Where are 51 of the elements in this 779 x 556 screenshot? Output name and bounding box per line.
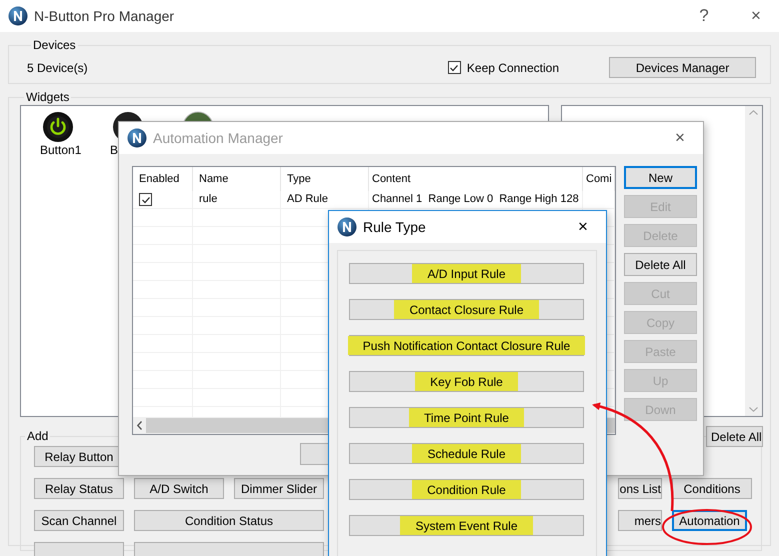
add-widget-button[interactable]: A/D Switch bbox=[134, 478, 224, 499]
app-logo-icon bbox=[127, 128, 147, 148]
table-cell: rule bbox=[193, 191, 281, 210]
close-button[interactable]: × bbox=[560, 211, 606, 243]
group-label: Widgets bbox=[25, 90, 70, 104]
scroll-down-icon[interactable] bbox=[749, 407, 758, 412]
rule-type-button[interactable]: System Event Rule bbox=[349, 515, 584, 536]
add-widget-button[interactable]: ons List bbox=[618, 478, 662, 499]
group-label: Add bbox=[26, 429, 50, 443]
rule-type-button[interactable]: Condition Rule bbox=[349, 479, 584, 500]
rule-type-button[interactable]: Time Point Rule bbox=[349, 407, 584, 428]
column-header[interactable]: Enabled bbox=[133, 167, 193, 191]
action-button[interactable]: New bbox=[624, 166, 697, 189]
column-header[interactable]: Name bbox=[193, 167, 281, 191]
add-widget-button[interactable]: Condition Status bbox=[134, 510, 324, 531]
column-header[interactable]: Comi bbox=[583, 167, 615, 191]
column-header[interactable]: Content bbox=[369, 167, 583, 191]
widget-label: Button1 bbox=[40, 143, 82, 157]
add-widget-button[interactable]: Automation bbox=[672, 510, 747, 531]
widget-label: B bbox=[110, 143, 118, 157]
rule-type-button[interactable]: A/D Input Rule bbox=[349, 263, 584, 284]
add-widget-button[interactable]: Relay Status bbox=[34, 478, 124, 499]
app-logo-icon bbox=[337, 217, 357, 237]
checkbox-label[interactable]: Keep Connection bbox=[466, 60, 559, 74]
scroll-left-icon[interactable] bbox=[137, 421, 142, 430]
scrollbar[interactable] bbox=[745, 106, 762, 416]
scroll-up-icon[interactable] bbox=[749, 110, 758, 115]
checkbox[interactable] bbox=[448, 61, 461, 74]
group-label: Devices bbox=[32, 38, 77, 52]
rule-type-button[interactable]: Schedule Rule bbox=[349, 443, 584, 464]
action-button[interactable]: Delete All bbox=[624, 253, 697, 276]
dialog-title: Rule Type bbox=[363, 219, 427, 235]
help-button[interactable]: ? bbox=[681, 0, 727, 32]
rule-type-button[interactable]: Contact Closure Rule bbox=[349, 299, 584, 320]
window-title: N-Button Pro Manager bbox=[34, 8, 176, 24]
devices-manager-button[interactable]: Devices Manager bbox=[609, 57, 756, 78]
delete-all-button[interactable]: Delete All bbox=[706, 426, 763, 447]
add-widget-button[interactable]: Conditions bbox=[672, 478, 752, 499]
add-widget-button[interactable]: Dimmer Slider bbox=[234, 478, 324, 499]
app-logo-icon bbox=[8, 6, 28, 26]
checkbox[interactable] bbox=[139, 193, 152, 206]
close-button[interactable]: × bbox=[657, 122, 703, 154]
device-count: 5 Device(s) bbox=[27, 60, 89, 74]
add-widget-button[interactable]: mers bbox=[618, 510, 662, 531]
rule-type-button[interactable]: Key Fob Rule bbox=[349, 371, 584, 392]
rule-type-button[interactable]: Push Notification Contact Closure Rule bbox=[349, 335, 584, 356]
close-button[interactable]: × bbox=[733, 0, 779, 32]
add-widget-button[interactable]: Scan Channel bbox=[34, 510, 124, 531]
dialog-title: Automation Manager bbox=[153, 130, 284, 146]
power-icon[interactable] bbox=[42, 111, 74, 143]
column-header[interactable]: Type bbox=[281, 167, 369, 191]
